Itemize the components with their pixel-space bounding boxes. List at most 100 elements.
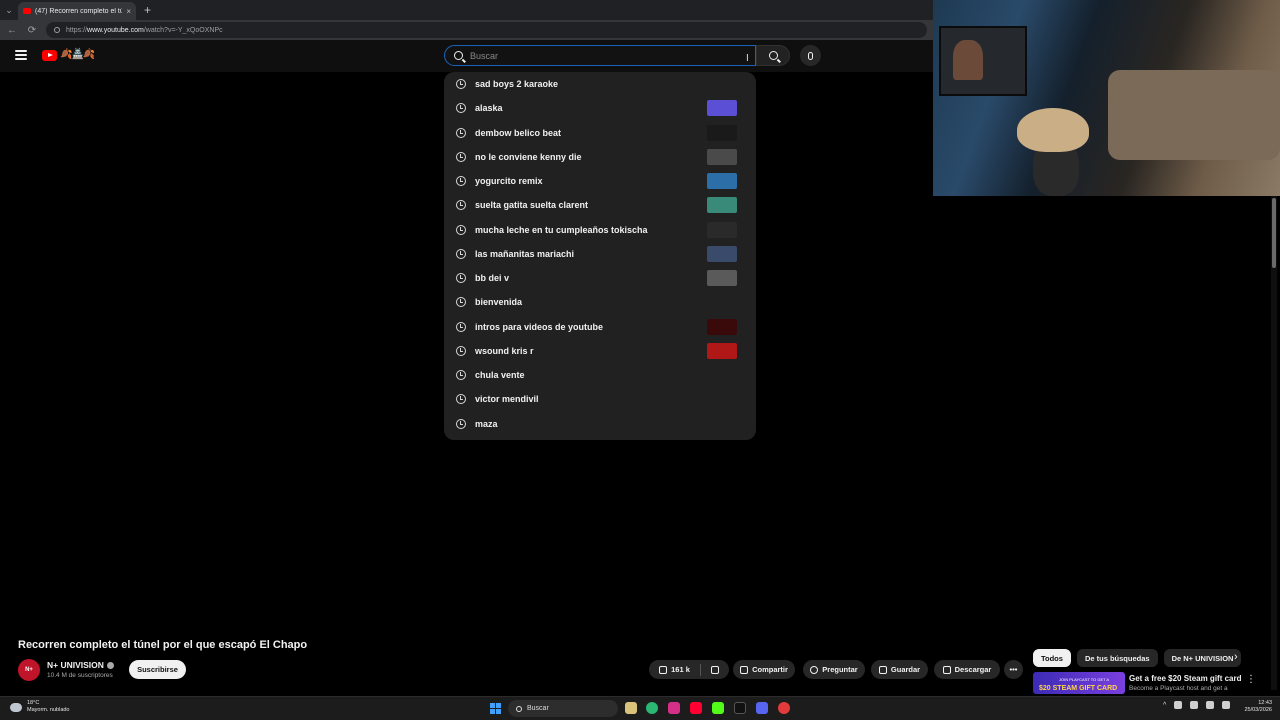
search-suggestion-item[interactable]: intros para videos de youtube <box>444 315 756 339</box>
search-suggestion-item[interactable]: alaska <box>444 96 756 120</box>
history-clock-icon <box>456 176 466 186</box>
channel-name[interactable]: N+ UNIVISION <box>47 660 114 670</box>
suggestion-thumbnail[interactable] <box>707 221 737 238</box>
search-suggestion-item[interactable]: dembow belico beat <box>444 121 756 145</box>
page-scrollbar[interactable] <box>1271 196 1277 690</box>
taskbar-search[interactable]: Buscar <box>508 700 618 717</box>
hamburger-menu-icon[interactable] <box>15 50 27 60</box>
tab-close-icon[interactable]: × <box>126 7 131 16</box>
thumbs-down-icon[interactable] <box>710 665 719 674</box>
ask-button[interactable]: Preguntar <box>803 660 865 679</box>
thumbs-up-icon <box>659 665 668 674</box>
search-suggestion-item[interactable]: las mañanitas mariachi <box>444 242 756 266</box>
search-suggestion-item[interactable]: wsound kris r <box>444 339 756 363</box>
url-path: /watch?v=-Y_xQoOXNPc <box>143 26 223 34</box>
voice-search-button[interactable] <box>800 45 821 66</box>
suggestion-thumbnail[interactable] <box>707 270 737 286</box>
discord-icon[interactable] <box>756 702 768 714</box>
search-suggestion-item[interactable]: victor mendivil <box>444 387 756 411</box>
ad-title[interactable]: Get a free $20 Steam gift card <box>1129 674 1242 683</box>
suggestion-thumbnail[interactable] <box>707 245 737 262</box>
suggestion-text: maza <box>475 418 498 429</box>
suggestion-text: bienvenida <box>475 297 523 308</box>
kick-icon[interactable] <box>712 702 724 714</box>
search-box[interactable] <box>444 45 756 66</box>
search-button[interactable] <box>756 45 790 66</box>
weather-widget[interactable]: 18°C Mayorm. nublado <box>10 700 70 714</box>
suggestion-thumbnail[interactable] <box>707 197 737 214</box>
suggestion-text: victor mendivil <box>475 394 539 405</box>
download-button[interactable]: Descargar <box>934 660 1000 679</box>
search-suggestion-item[interactable]: mucha leche en tu cumpleaños tokischa <box>444 218 756 242</box>
subscribe-button[interactable]: Suscribirse <box>129 660 186 679</box>
search-suggestions-dropdown: sad boys 2 karaoke alaska dembow belico be… <box>444 72 756 440</box>
tiktok-icon[interactable] <box>734 702 746 714</box>
ad-thumbnail[interactable]: JOIN PLAYCAST TO GET A $20 STEAM GIFT CA… <box>1033 672 1125 694</box>
suggestion-thumbnail[interactable] <box>707 124 737 141</box>
more-actions-button[interactable]: ••• <box>1004 660 1023 679</box>
suggestion-thumbnail[interactable] <box>707 173 737 189</box>
search-suggestion-item[interactable]: maza <box>444 412 756 436</box>
chip-all[interactable]: Todos <box>1033 649 1071 667</box>
history-clock-icon <box>456 248 466 259</box>
youtube-app-icon[interactable] <box>690 702 702 714</box>
search-suggestion-item[interactable]: no le conviene kenny die <box>444 145 756 169</box>
clock-date: 25/03/2026 <box>1244 707 1272 713</box>
search-suggestion-item[interactable]: chula vente <box>444 363 756 387</box>
search-icon <box>516 705 522 712</box>
webcam-overlay <box>933 0 1280 196</box>
webcam-sofa-image <box>1108 70 1280 160</box>
ad-banner-line1: JOIN PLAYCAST TO GET A <box>1059 677 1110 682</box>
save-label: Guardar <box>890 665 921 674</box>
suggestion-thumbnail[interactable] <box>707 318 737 335</box>
back-arrow-icon[interactable]: ← <box>6 25 18 36</box>
tab-search-chevron-icon[interactable]: ⌄ <box>0 0 18 20</box>
search-suggestion-item[interactable]: sad boys 2 karaoke <box>444 72 756 96</box>
browser-toolbar: ← ⟳ https:// www.youtube.com /watch?v=-Y… <box>0 20 933 40</box>
search-suggestion-item[interactable]: bienvenida <box>444 290 756 314</box>
site-info-icon[interactable] <box>54 27 60 33</box>
chrome-icon[interactable] <box>646 702 658 714</box>
browser-tab-youtube[interactable]: (47) Recorren completo el túnel p × <box>18 2 136 20</box>
onedrive-icon[interactable] <box>1174 701 1183 709</box>
search-suggestion-item[interactable]: bb dei v <box>444 266 756 290</box>
address-bar[interactable]: https:// www.youtube.com /watch?v=-Y_xQo… <box>46 22 927 38</box>
ad-menu-icon[interactable]: ⋮ <box>1246 674 1256 685</box>
scrollbar-thumb[interactable] <box>1272 198 1276 268</box>
share-button[interactable]: Compartir <box>733 660 795 679</box>
reload-icon[interactable]: ⟳ <box>26 25 38 36</box>
more-dots-icon: ••• <box>1009 665 1018 674</box>
file-explorer-icon[interactable] <box>625 702 637 714</box>
system-tray: ^ <box>1163 701 1231 709</box>
suggestion-thumbnail[interactable] <box>707 342 737 359</box>
suggestion-text: bb dei v <box>475 273 510 283</box>
suggestion-text: chula vente <box>475 370 525 380</box>
instagram-icon[interactable] <box>668 702 680 714</box>
youtube-doodle-logo[interactable]: 🍂🏯🍂 <box>60 49 95 60</box>
wifi-icon[interactable] <box>1206 701 1215 709</box>
opera-icon[interactable] <box>778 702 790 714</box>
search-suggestion-item[interactable]: yogurcito remix <box>444 169 756 193</box>
suggestion-thumbnail[interactable] <box>707 148 737 165</box>
new-tab-button[interactable]: + <box>144 3 151 17</box>
search-input[interactable] <box>470 50 730 61</box>
like-button[interactable]: 161 k <box>659 665 690 674</box>
channel-name-text: N+ UNIVISION <box>47 660 104 670</box>
taskbar-clock[interactable]: 12:43 25/03/2026 <box>1236 700 1272 714</box>
tab-title: (47) Recorren completo el túnel p <box>35 7 123 15</box>
search-suggestion-item[interactable]: suelta gatita suelta clarent <box>444 193 756 217</box>
tray-app-icon[interactable] <box>1190 701 1199 709</box>
suggestion-text: wsound kris r <box>475 345 534 356</box>
chip-from-searches[interactable]: De tus búsquedas <box>1076 649 1158 667</box>
save-button[interactable]: Guardar <box>871 660 928 679</box>
weather-desc: Mayorm. nublado <box>27 707 70 713</box>
url-domain: www.youtube.com <box>87 26 144 34</box>
chevron-right-icon[interactable]: › <box>1234 651 1238 663</box>
tray-overflow-icon[interactable]: ^ <box>1163 702 1166 709</box>
channel-avatar[interactable]: N+ <box>18 659 40 681</box>
volume-icon[interactable] <box>1222 701 1231 709</box>
youtube-logo-icon[interactable] <box>42 50 57 61</box>
suggestion-thumbnail[interactable] <box>707 100 737 117</box>
windows-start-icon[interactable] <box>490 703 501 714</box>
chip-from-channel[interactable]: De N+ UNIVISION <box>1163 649 1242 667</box>
